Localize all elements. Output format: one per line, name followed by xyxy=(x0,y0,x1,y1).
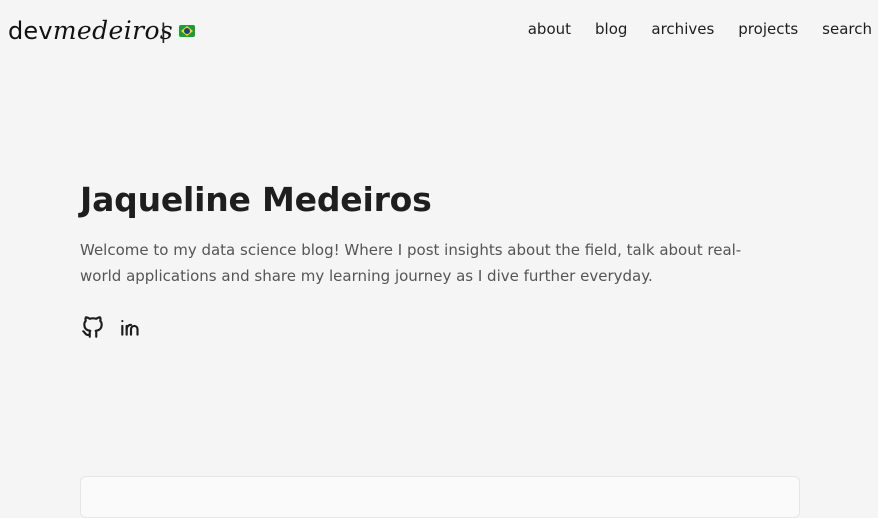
profile-section: Jaqueline Medeiros Welcome to my data sc… xyxy=(80,180,800,340)
logo-prefix: dev xyxy=(8,17,53,45)
logo-suffix: medeiros xyxy=(52,16,174,45)
nav-link-projects[interactable]: projects xyxy=(738,20,798,38)
github-link[interactable] xyxy=(80,314,106,340)
social-links xyxy=(80,314,800,340)
nav-link-search[interactable]: search xyxy=(822,20,872,38)
linkedin-icon xyxy=(121,319,139,336)
github-icon xyxy=(82,316,103,338)
brazil-flag-icon[interactable] xyxy=(179,25,195,37)
flag-circle xyxy=(184,28,190,34)
intro-text: Welcome to my data science blog! Where I… xyxy=(80,241,742,285)
linkedin-link[interactable] xyxy=(118,314,144,340)
site-header: dev medeiros | about blog archives projec… xyxy=(0,0,878,64)
nav-link-archives[interactable]: archives xyxy=(651,20,714,38)
site-logo[interactable]: dev medeiros xyxy=(8,16,173,45)
content-card xyxy=(80,476,800,518)
nav-link-about[interactable]: about xyxy=(528,20,571,38)
page-title: Jaqueline Medeiros xyxy=(80,180,432,219)
nav-link-blog[interactable]: blog xyxy=(595,20,627,38)
header-divider: | xyxy=(160,19,167,43)
main-nav: about blog archives projects search xyxy=(504,20,872,38)
